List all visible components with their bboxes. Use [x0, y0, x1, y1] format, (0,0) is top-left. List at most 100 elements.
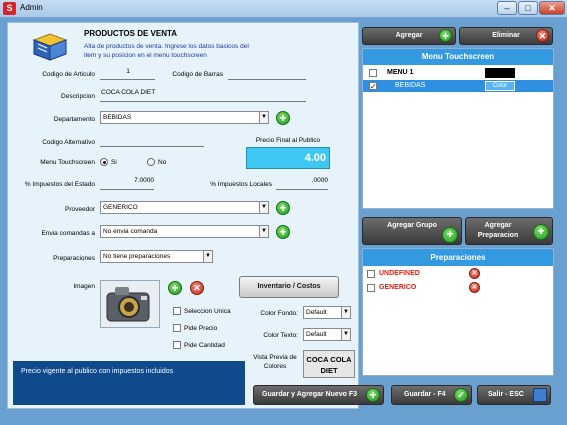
imagen-label: Imagen [73, 283, 95, 290]
preparaciones-title: Preparaciones [363, 249, 553, 266]
color-fondo-label: Color Fondo: [260, 310, 298, 317]
codigo-articulo-label: Codigo de Articulo [42, 71, 95, 78]
salir-button[interactable]: Salir - ESC [477, 385, 551, 405]
vista-previa-label: Vista Previa de Colores [253, 354, 297, 370]
book-icon [30, 30, 70, 64]
menu-eliminar-button[interactable]: Eliminar ✕ [459, 27, 553, 45]
preparaciones-panel: Preparaciones UNDEFINED ✕ GENERICO ✕ [362, 248, 554, 376]
menu-item-checkbox[interactable] [369, 81, 377, 93]
chevron-down-icon[interactable]: ▼ [259, 202, 268, 213]
guardar-button[interactable]: Guardar - F4 ✓ [391, 385, 472, 405]
impuestos-estado-field[interactable]: 7.0000 [100, 177, 154, 190]
preparacion-item[interactable]: GENERICO ✕ [363, 282, 553, 294]
plus-icon: + [439, 29, 452, 42]
menu-item-checkbox[interactable] [369, 69, 377, 77]
preparaciones-label: Preparaciones [53, 255, 95, 262]
envia-comandas-select[interactable]: No envia comanda ▼ [100, 225, 269, 238]
agregar-grupo-button[interactable]: Agregar Grupo + [362, 217, 462, 245]
add-departamento-button[interactable]: + [276, 111, 290, 125]
agregar-grupo-label: Agregar Grupo [387, 222, 437, 229]
envia-comandas-label: Envia comandas a [41, 230, 95, 237]
proveedor-value: GENERICO [103, 204, 138, 211]
color-fondo-select[interactable]: Default ▼ [303, 306, 351, 319]
impuestos-estado-label: % Impuestos del Estado [24, 181, 95, 188]
chevron-down-icon[interactable]: ▼ [259, 112, 268, 123]
product-image[interactable] [100, 280, 160, 328]
menu-item-label: BEBIDAS [395, 82, 426, 89]
app-logo-icon: S [3, 2, 16, 15]
codigo-barras-label: Codigo de Barras [172, 71, 223, 78]
menu-touchscreen-si-label: Si [111, 159, 117, 166]
plus-icon: + [533, 224, 549, 240]
title-bar: S Admin – □ ✕ [0, 0, 567, 18]
close-button[interactable]: ✕ [539, 1, 565, 15]
descripcion-label: Descripcion [61, 93, 95, 100]
pide-cantidad-label: Pide Cantidad [184, 342, 225, 349]
impuestos-locales-label: % Impuestos Locales [210, 181, 272, 188]
add-comanda-button[interactable]: + [276, 225, 290, 239]
guardar-agregar-nuevo-label: Guardar y Agregar Nuevo F3 [262, 391, 358, 398]
delete-icon[interactable]: ✕ [469, 282, 480, 293]
chevron-down-icon[interactable]: ▼ [341, 329, 350, 340]
chevron-down-icon[interactable]: ▼ [203, 251, 212, 262]
preparacion-item[interactable]: UNDEFINED ✕ [363, 268, 553, 280]
menu-item-color-button[interactable]: Color [485, 81, 515, 91]
color-texto-select[interactable]: Default ▼ [303, 328, 351, 341]
codigo-barras-field[interactable] [228, 68, 306, 80]
codigo-alternativo-field[interactable] [100, 134, 204, 147]
menu-touchscreen-no-radio[interactable] [147, 158, 155, 166]
check-icon: ✓ [454, 388, 468, 402]
page-subtitle: Alta de productos de venta. Ingrese los … [84, 43, 249, 59]
preparaciones-select[interactable]: No tiene preparaciones ▼ [100, 250, 213, 263]
minimize-button[interactable]: – [497, 1, 517, 15]
delete-icon[interactable]: ✕ [469, 268, 480, 279]
preparacion-label: UNDEFINED [379, 270, 420, 277]
chevron-down-icon[interactable]: ▼ [259, 226, 268, 237]
color-fondo-value: Default [306, 309, 327, 316]
pide-precio-checkbox[interactable] [173, 324, 181, 332]
envia-comandas-value: No envia comanda [103, 228, 158, 235]
descripcion-field[interactable]: COCA COLA DIET [100, 89, 306, 102]
add-image-button[interactable]: + [168, 281, 182, 295]
departamento-select[interactable]: BEBIDAS ▼ [100, 111, 269, 124]
menu-touchscreen-title: Menu Touchscreen [363, 49, 553, 65]
seleccion-unica-checkbox[interactable] [173, 307, 181, 315]
codigo-alternativo-label: Codigo Alternativo [42, 139, 95, 146]
color-texto-label: Color Texto: [263, 332, 298, 339]
menu-agregar-label: Agregar [395, 32, 423, 39]
color-preview-box: COCA COLA DIET [303, 350, 355, 378]
proveedor-label: Proveedor [65, 206, 95, 213]
codigo-articulo-field[interactable]: 1 [100, 68, 155, 80]
menu-item-label: MENU 1 [387, 69, 414, 76]
proveedor-select[interactable]: GENERICO ▼ [100, 201, 269, 214]
menu-agregar-button[interactable]: Agregar + [362, 27, 456, 45]
preparacion-label: GENERICO [379, 284, 417, 291]
departamento-value: BEBIDAS [103, 114, 132, 121]
departamento-label: Departamento [53, 116, 95, 123]
preparacion-checkbox[interactable] [367, 284, 375, 292]
salir-label: Salir - ESC [488, 391, 524, 398]
guardar-label: Guardar - F4 [404, 391, 446, 398]
impuestos-locales-field[interactable]: .0000 [276, 177, 328, 190]
pide-cantidad-checkbox[interactable] [173, 341, 181, 349]
menu-touchscreen-label: Menu Touchscreen [40, 159, 95, 166]
add-proveedor-button[interactable]: + [276, 201, 290, 215]
window-title: Admin [20, 3, 43, 12]
maximize-button[interactable]: □ [518, 1, 538, 15]
preparacion-checkbox[interactable] [367, 270, 375, 278]
plus-icon: + [442, 227, 458, 243]
chevron-down-icon[interactable]: ▼ [341, 307, 350, 318]
menu-tree-item[interactable]: MENU 1 [363, 67, 553, 79]
precio-final-field[interactable]: 4.00 [246, 147, 330, 169]
inventario-costos-button[interactable]: Inventario / Costos [239, 276, 339, 298]
menu-touchscreen-no-label: No [158, 159, 167, 166]
menu-touchscreen-si-radio[interactable] [100, 158, 108, 166]
menu-item-color-swatch[interactable] [485, 68, 515, 78]
agregar-preparacion-label: Agregar Preparacion [477, 222, 519, 239]
delete-icon: ✕ [536, 29, 549, 42]
remove-image-button[interactable]: ✕ [190, 281, 204, 295]
guardar-agregar-nuevo-button[interactable]: Guardar y Agregar Nuevo F3 + [253, 385, 384, 405]
menu-tree-item-selected[interactable]: BEBIDAS Color [363, 80, 553, 93]
agregar-preparacion-button[interactable]: Agregar Preparacion + [465, 217, 553, 245]
camera-icon [106, 287, 150, 322]
